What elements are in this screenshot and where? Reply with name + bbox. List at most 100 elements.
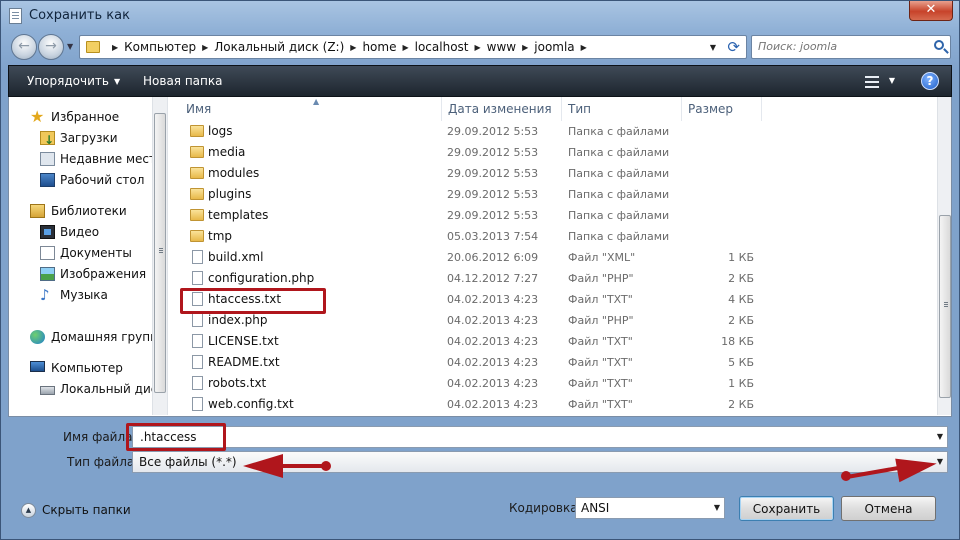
nav-item[interactable]: Локальный диск [9,379,165,400]
breadcrumb-item[interactable]: Компьютер [124,40,196,54]
breadcrumb-separator-icon[interactable]: ▶ [350,43,356,52]
file-date: 29.09.2012 5:53 [447,167,539,180]
file-size: 2 КБ [728,314,754,327]
filename-field[interactable]: ▼ [132,426,948,448]
breadcrumb-separator-icon[interactable]: ▶ [581,43,587,52]
history-dropdown-icon[interactable]: ▼ [67,42,73,51]
breadcrumb-item[interactable]: Локальный диск (Z:) [214,40,344,54]
file-name: configuration.php [208,271,315,285]
nav-item[interactable]: Загрузки [9,128,153,151]
file-type: Файл "TXT" [568,377,633,390]
search-input[interactable] [758,40,928,53]
file-size: 2 КБ [728,272,754,285]
breadcrumb-separator-icon[interactable]: ▶ [402,43,408,52]
file-row[interactable]: modules 29.09.2012 5:53 Папка с файлами [168,163,938,184]
file-icon [192,271,203,285]
cancel-button[interactable]: Отмена [841,496,936,521]
file-row[interactable]: configuration.php 04.12.2012 7:27 Файл "PH… [168,268,938,289]
address-bar[interactable]: ▶ Компьютер ▶ Локальный диск (Z:) ▶ home ▶ loca… [79,35,747,59]
nav-item-label: Локальный диск [60,382,165,396]
nav-item-label: Недавние места [60,152,164,166]
new-folder-button[interactable]: Новая папка [143,74,222,88]
nav-item[interactable]: Рабочий стол [9,170,153,191]
navigation-scrollbar[interactable] [152,97,167,415]
column-size[interactable]: Размер [688,102,733,116]
file-row[interactable]: LICENSE.txt 04.02.2013 4:23 Файл "TXT" 18 К… [168,331,938,352]
file-type: Папка с файлами [568,146,670,159]
address-dropdown-icon[interactable]: ▼ [710,43,716,52]
breadcrumb-separator-icon[interactable]: ▶ [522,43,528,52]
breadcrumb-separator-icon[interactable]: ▶ [112,43,118,52]
filename-input[interactable] [140,430,920,444]
nav-item[interactable]: Компьютер [9,358,153,379]
filename-dropdown-icon[interactable]: ▼ [937,432,943,441]
nav-item[interactable]: Библиотеки [9,201,153,222]
file-row[interactable]: media 29.09.2012 5:53 Папка с файлами [168,142,938,163]
file-name: build.xml [208,250,264,264]
breadcrumb-separator-icon[interactable]: ▶ [475,43,481,52]
file-row[interactable]: robots.txt 04.02.2013 4:23 Файл "TXT" 1 КБ [168,373,938,394]
file-type: Файл "XML" [568,251,636,264]
file-size: 18 КБ [721,335,754,348]
file-list-scroll-thumb[interactable] [939,215,951,398]
refresh-icon[interactable]: ⟳ [727,38,740,56]
save-button[interactable]: Сохранить [739,496,834,521]
breadcrumb-item[interactable]: joomla [534,40,574,54]
filetype-label: Тип файла: [67,455,139,469]
nav-item[interactable]: ♪ Музыка [9,285,153,306]
file-type: Файл "TXT" [568,335,633,348]
drive-icon [40,386,55,395]
help-icon[interactable]: ? [921,72,939,90]
back-button[interactable]: ← [11,34,37,60]
column-date[interactable]: Дата изменения [448,102,552,116]
column-name[interactable]: Имя [186,102,211,116]
file-date: 04.02.2013 4:23 [447,398,539,411]
search-icon[interactable] [934,40,944,50]
file-row[interactable]: logs 29.09.2012 5:53 Папка с файлами [168,121,938,142]
breadcrumb-item[interactable]: home [362,40,396,54]
breadcrumb-separator-icon[interactable]: ▶ [202,43,208,52]
file-name: web.config.txt [208,397,294,411]
nav-item[interactable]: Домашняя группа [9,327,165,348]
file-row[interactable]: plugins 29.09.2012 5:53 Папка с файлами [168,184,938,205]
annotation-highlight-filename [126,423,226,451]
file-row[interactable]: tmp 05.03.2013 7:54 Папка с файлами [168,226,938,247]
file-row[interactable]: templates 29.09.2012 5:53 Папка с файлами [168,205,938,226]
encoding-select[interactable]: ANSI ▼ [575,497,725,519]
folder-icon [86,41,100,53]
file-type: Папка с файлами [568,167,670,180]
browser-area: ★ Избранное Загрузки Недавние места Рабочий … [8,97,952,417]
forward-button[interactable]: → [38,34,64,60]
nav-item[interactable]: Видео [9,222,153,243]
navigation-tree: ★ Избранное Загрузки Недавние места Рабочий … [9,107,165,400]
nav-item[interactable]: ★ Избранное [9,107,153,128]
encoding-dropdown-icon[interactable]: ▼ [714,503,720,512]
breadcrumb-item[interactable]: localhost [415,40,469,54]
navigation-scroll-thumb[interactable] [154,113,166,393]
folder-icon [190,146,204,158]
file-date: 04.02.2013 4:23 [447,356,539,369]
breadcrumb-item[interactable]: www [487,40,516,54]
nav-item[interactable]: Изображения [9,264,153,285]
file-row[interactable]: build.xml 20.06.2012 6:09 Файл "XML" 1 КБ [168,247,938,268]
file-row[interactable]: web.config.txt 04.02.2013 4:23 Файл "TXT" 2… [168,394,938,415]
column-type[interactable]: Тип [568,102,591,116]
file-list-scrollbar[interactable] [937,97,951,415]
close-button[interactable]: ✕ [909,1,953,21]
view-dropdown-icon[interactable]: ▼ [889,76,895,85]
filetype-value: Все файлы (*.*) [139,455,237,469]
view-options-icon[interactable] [865,76,879,88]
file-icon [192,334,203,348]
nav-item-label: Избранное [51,110,120,124]
search-box[interactable] [751,35,951,59]
file-type: Файл "TXT" [568,398,633,411]
organize-button[interactable]: Упорядочить ▼ [27,74,120,88]
file-row[interactable]: README.txt 04.02.2013 4:23 Файл "TXT" 5 КБ [168,352,938,373]
file-icon [192,397,203,411]
file-name: templates [208,208,269,222]
filetype-dropdown-icon[interactable]: ▼ [937,457,943,466]
file-date: 29.09.2012 5:53 [447,209,539,222]
nav-item[interactable]: Недавние места [9,149,163,170]
nav-item[interactable]: Документы [9,243,153,264]
encoding-value: ANSI [581,501,610,515]
